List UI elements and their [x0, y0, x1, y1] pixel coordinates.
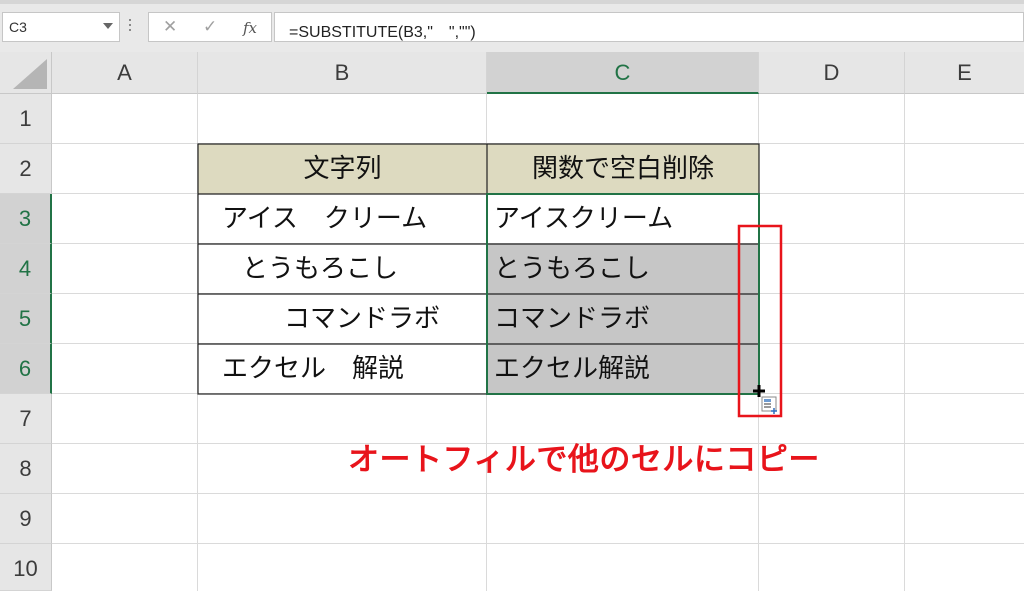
name-box-value: C3: [9, 19, 27, 35]
more-options-icon[interactable]: [128, 16, 132, 36]
formula-buttons: ✕ ✓ fx: [148, 12, 272, 42]
formula-text: =SUBSTITUTE(B3," ",""): [289, 24, 476, 41]
chevron-down-icon[interactable]: [103, 23, 113, 29]
fill-cursor-icon[interactable]: [753, 383, 783, 417]
cancel-icon[interactable]: ✕: [163, 17, 177, 37]
annotation-text: オートフィルで他のセルにコピー: [348, 442, 820, 478]
name-box[interactable]: C3: [2, 12, 120, 42]
enter-icon[interactable]: ✓: [203, 17, 217, 37]
formula-bar-area: C3 ✕ ✓ fx =SUBSTITUTE(B3," ",""): [0, 0, 1024, 52]
insert-function-button[interactable]: fx: [243, 19, 257, 37]
top-border: [0, 0, 1024, 4]
table-borders: [197, 143, 783, 418]
spreadsheet-grid: A B C D E 1 2 3 4 5 6 7 8 9 10 文字列 関数で空白…: [0, 52, 1024, 591]
formula-input[interactable]: =SUBSTITUTE(B3," ",""): [274, 12, 1024, 42]
